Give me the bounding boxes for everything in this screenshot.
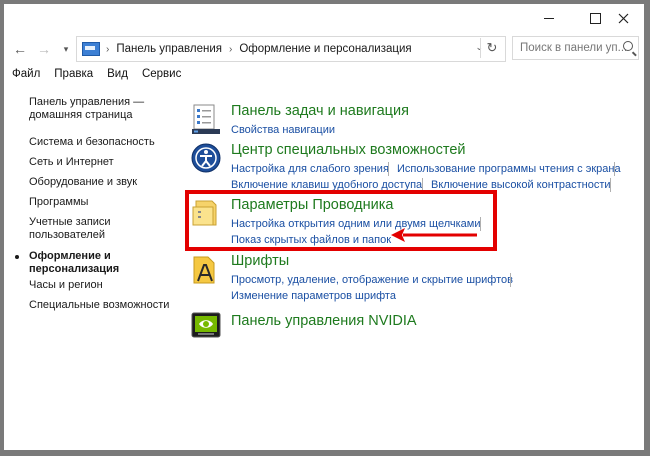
address-bar[interactable]: › Панель управления › Оформление и персо…	[76, 36, 506, 62]
sidebar-item-accounts[interactable]: Учетные записи пользователей	[29, 216, 179, 242]
chevron-right-icon: ›	[229, 43, 233, 55]
link-separator	[510, 273, 511, 287]
back-button[interactable]: ←	[10, 39, 30, 59]
category-title-nvidia[interactable]: Панель управления NVIDIA	[231, 313, 417, 329]
chevron-down-icon: ▾	[63, 43, 69, 54]
category-title-ease-of-access[interactable]: Центр специальных возможностей	[231, 142, 466, 158]
sidebar-item-security[interactable]: Система и безопасность	[29, 136, 179, 149]
arrow-left-icon: ←	[13, 41, 27, 57]
link-separator	[614, 162, 615, 176]
close-button[interactable]	[600, 4, 644, 32]
category-title-taskbar[interactable]: Панель задач и навигация	[231, 103, 409, 119]
menu-bar: Файл Правка Вид Сервис	[4, 68, 187, 86]
breadcrumb-control-panel[interactable]: Панель управления	[116, 43, 222, 55]
minimize-button[interactable]	[526, 4, 572, 32]
sidebar-item-appearance[interactable]: Оформление и персонализация	[29, 250, 179, 276]
sidebar-item-home[interactable]: Панель управления — домашняя страница	[29, 96, 179, 122]
nvidia-icon	[191, 312, 221, 338]
arrow-left-icon	[391, 228, 477, 242]
search-placeholder: Поиск в панели уп...	[520, 42, 628, 54]
menu-file[interactable]: Файл	[4, 68, 46, 86]
fonts-icon	[193, 256, 215, 284]
close-icon	[618, 13, 628, 23]
refresh-button[interactable]: ↻	[480, 38, 503, 58]
menu-edit[interactable]: Правка	[46, 68, 99, 86]
sidebar-item-network[interactable]: Сеть и Интернет	[29, 156, 179, 169]
category-title-fonts[interactable]: Шрифты	[231, 253, 289, 269]
link-view-fonts[interactable]: Просмотр, удаление, отображение и скрыти…	[231, 274, 513, 286]
control-panel-icon	[82, 42, 100, 56]
arrow-right-icon: →	[37, 41, 51, 57]
refresh-icon: ↻	[486, 40, 498, 55]
sidebar-item-clock-region[interactable]: Часы и регион	[29, 279, 179, 292]
menu-tools[interactable]: Сервис	[134, 68, 187, 86]
ease-of-access-icon	[191, 143, 221, 173]
sidebar-item-ease-of-access[interactable]: Специальные возможности	[29, 299, 179, 312]
sidebar-item-hardware[interactable]: Оборудование и звук	[29, 176, 179, 189]
menu-view[interactable]: Вид	[99, 68, 134, 86]
forward-button[interactable]: →	[34, 39, 54, 59]
link-separator	[388, 162, 389, 176]
link-navigation-properties[interactable]: Свойства навигации	[231, 124, 335, 136]
search-input[interactable]: Поиск в панели уп...	[512, 36, 639, 60]
sidebar-item-programs[interactable]: Программы	[29, 196, 179, 209]
recent-locations-button[interactable]: ▾	[56, 39, 76, 59]
taskbar-icon	[192, 104, 220, 134]
maximize-icon	[589, 12, 601, 24]
address-row: ← → ▾ › Панель управления › Оформление и…	[4, 36, 644, 62]
minimize-icon	[544, 17, 554, 19]
chevron-right-icon: ›	[106, 43, 110, 55]
current-bullet-icon	[15, 255, 19, 259]
breadcrumb-appearance[interactable]: Оформление и персонализация	[239, 43, 411, 55]
search-icon	[623, 41, 633, 51]
title-bar	[4, 4, 644, 32]
link-font-settings[interactable]: Изменение параметров шрифта	[231, 290, 396, 302]
link-separator	[610, 178, 611, 192]
link-low-vision[interactable]: Настройка для слабого зрения	[231, 163, 389, 175]
control-panel-window: ← → ▾ › Панель управления › Оформление и…	[4, 4, 644, 450]
link-screen-reader[interactable]: Использование программы чтения с экрана	[397, 163, 621, 175]
